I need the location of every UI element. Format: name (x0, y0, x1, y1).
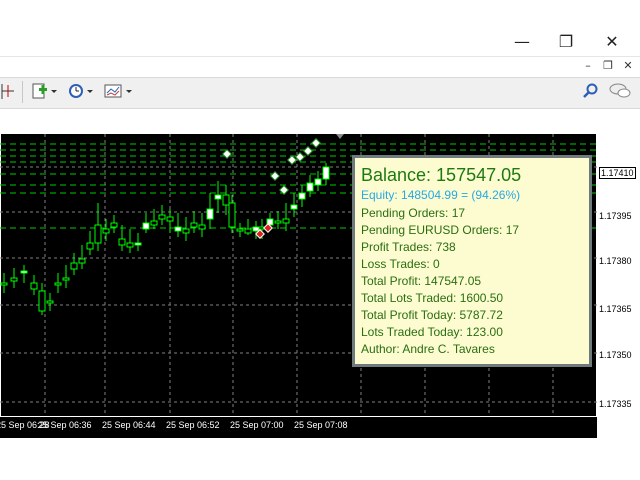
loss-trades-text: Loss Trades: 0 (361, 257, 440, 271)
mdi-close-button[interactable]: ✕ (620, 58, 636, 74)
candle-body (244, 228, 252, 234)
mdi-control-strip (0, 56, 640, 78)
candle-body (314, 178, 322, 186)
price-label: 1.17350 (599, 350, 632, 360)
crosshair-icon[interactable] (0, 81, 18, 101)
candle-body (228, 202, 236, 228)
candle-body (0, 282, 8, 286)
candle-body (282, 218, 290, 224)
candle-body (252, 226, 260, 232)
candle-body (38, 290, 46, 312)
pending-orders-text: Pending Orders: 17 (361, 206, 466, 220)
search-icon[interactable] (582, 81, 600, 101)
time-label: 25 Sep 06:44 (102, 420, 156, 430)
price-label: 1.17335 (599, 399, 632, 409)
candle-body (198, 224, 206, 230)
candle-body (150, 220, 158, 226)
buy-trade-marker (287, 155, 297, 165)
candle-body (166, 216, 174, 222)
price-label: 1.17395 (599, 211, 632, 221)
price-label: 1.17365 (599, 304, 632, 314)
candle-body (126, 242, 134, 248)
candle-body (102, 228, 110, 234)
candle-body (118, 238, 126, 246)
candle-body (190, 222, 198, 228)
window-minimize-button[interactable]: — (508, 30, 536, 54)
candle-body (54, 282, 62, 286)
buy-trade-marker (270, 171, 280, 181)
candle-body (182, 228, 190, 234)
candle-body (214, 194, 222, 200)
candle-body (322, 166, 330, 180)
candle-body (78, 258, 86, 264)
time-label: 25 Sep 07:08 (294, 420, 348, 430)
price-label: 1.17380 (599, 256, 632, 266)
candle-body (86, 242, 94, 250)
new-indicator-icon[interactable] (30, 81, 58, 101)
pending-eurusd-orders-text: Pending EURUSD Orders: 17 (361, 223, 520, 237)
window-close-button[interactable]: ✕ (598, 30, 626, 54)
candle-body (62, 277, 70, 281)
total-lots-text: Total Lots Traded: 1600.50 (361, 291, 504, 305)
candle-body (46, 300, 54, 304)
window-restore-button[interactable]: ❐ (552, 30, 580, 54)
profit-trades-text: Profit Trades: 738 (361, 240, 456, 254)
total-profit-text: Total Profit: 147547.05 (361, 274, 482, 288)
lots-today-text: Lots Traded Today: 123.00 (361, 325, 503, 339)
candle-body (174, 226, 182, 232)
account-info-panel: Balance: 157547.05 Equity: 148504.99 = (… (352, 155, 592, 367)
candle-body (20, 270, 28, 274)
candle-body (10, 277, 18, 282)
chart-shift-marker (336, 134, 344, 139)
candle-body (142, 222, 150, 230)
candle-body (290, 204, 298, 210)
buy-trade-marker (311, 138, 321, 148)
chart-toolbar (0, 77, 640, 109)
candle-body (70, 262, 78, 270)
candle-body (222, 194, 230, 206)
mdi-minimize-button[interactable]: – (580, 58, 596, 74)
price-label: 1.17410 (599, 167, 636, 179)
time-label: 25 Sep 06:36 (38, 420, 92, 430)
candle-body (206, 208, 214, 220)
candle-body (134, 242, 142, 246)
candle-body (30, 282, 38, 290)
candle-body (274, 220, 282, 224)
time-label: 25 Sep 06:52 (166, 420, 220, 430)
buy-trade-marker (303, 146, 313, 156)
balance-text: Balance: 157547.05 (361, 165, 522, 185)
templates-icon[interactable] (103, 81, 133, 101)
candle-body (236, 228, 244, 232)
candle-body (306, 182, 314, 192)
time-label: 25 Sep 07:00 (230, 420, 284, 430)
candle-body (298, 192, 306, 200)
candle-body (158, 214, 166, 220)
buy-trade-marker (222, 149, 232, 159)
toolbar-separator (22, 81, 23, 103)
candle-body (94, 224, 102, 244)
equity-text: Equity: 148504.99 = (94.26%) (361, 188, 521, 202)
author-text: Author: Andre C. Tavares (361, 342, 495, 356)
profit-today-text: Total Profit Today: 5787.72 (361, 308, 503, 322)
candle-body (110, 222, 118, 228)
mdi-restore-button[interactable]: ❐ (600, 58, 616, 74)
clock-icon[interactable] (66, 81, 96, 101)
chat-icon[interactable] (608, 81, 632, 101)
window-title-bar (0, 0, 640, 56)
